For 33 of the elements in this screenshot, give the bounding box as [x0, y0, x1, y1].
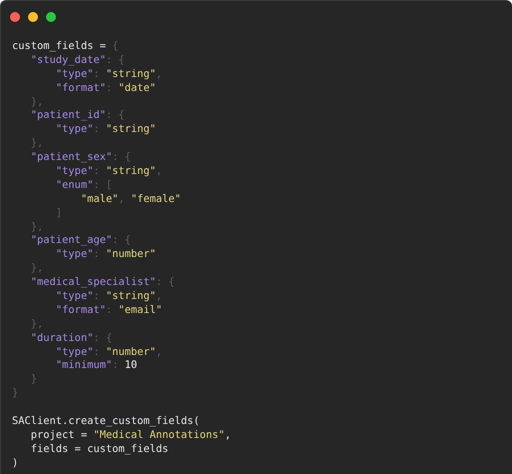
code-line: },	[30, 318, 44, 332]
window-control-button[interactable]	[10, 12, 20, 22]
code-line: "type": "string",	[54, 290, 162, 304]
window-control-button[interactable]	[28, 12, 38, 22]
code-line: "format": "date"	[54, 82, 156, 96]
code-line: "medical_specialist": {	[30, 276, 175, 290]
code-line: )	[12, 456, 18, 471]
code-line: "format": "email"	[54, 304, 162, 318]
code-line: project = "Medical Annotations",	[30, 428, 231, 443]
code-line: }	[12, 387, 18, 402]
code-line: custom_fields = {	[12, 40, 118, 54]
code-line: SAClient.create_custom_fields(	[12, 415, 200, 429]
code-line: "type": "string"	[54, 123, 156, 138]
code-line: "patient_age": {	[30, 234, 131, 248]
code-line: "minimum": 10	[54, 359, 138, 374]
code-line: }	[30, 373, 38, 388]
code-line: ]	[54, 206, 62, 221]
code-line: "duration": {	[30, 332, 112, 346]
code-line: "type": "number",	[54, 346, 162, 360]
code-line: "type": "string",	[54, 165, 162, 179]
code-line: "study_date": {	[30, 54, 125, 68]
code-line: "patient_id": {	[30, 109, 125, 124]
code-line: },	[30, 220, 44, 234]
code-line: fields = custom_fields	[30, 442, 168, 457]
window-control-button[interactable]	[46, 12, 56, 22]
code-line: },	[30, 137, 44, 152]
code-line: },	[30, 96, 44, 110]
code-line: "patient_sex": {	[30, 151, 131, 166]
code-line: },	[30, 262, 44, 276]
code-line: "type": "string",	[54, 68, 162, 82]
code-line: "enum": [	[54, 178, 112, 193]
code-line: "type": "number"	[54, 248, 156, 262]
code-line: "male", "female"	[80, 192, 181, 207]
